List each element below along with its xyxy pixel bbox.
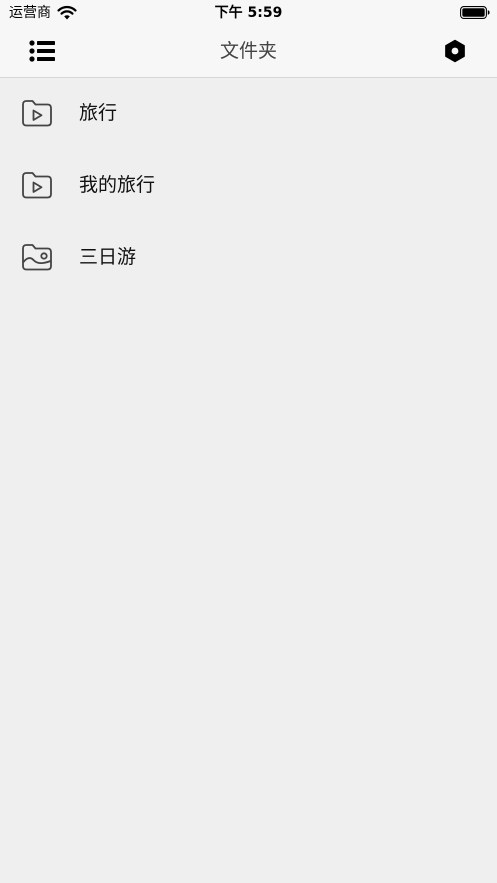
photo-folder-icon — [22, 244, 52, 271]
settings-button[interactable] — [440, 36, 470, 66]
video-folder-icon — [22, 100, 52, 127]
status-time: 下午 5:59 — [214, 5, 283, 21]
folder-list: 旅行 我的旅行 三日游 — [0, 78, 497, 294]
video-folder-icon — [22, 172, 52, 199]
page-title: 文件夹 — [219, 40, 277, 62]
status-bar: 运营商 下午 5:59 — [0, 0, 497, 26]
folder-item[interactable]: 旅行 — [0, 78, 497, 150]
folder-item[interactable]: 三日游 — [0, 222, 497, 294]
folder-label: 三日游 — [79, 246, 137, 268]
navigation-bar: 文件夹 — [0, 26, 497, 78]
folder-label: 旅行 — [79, 102, 118, 124]
folder-label: 我的旅行 — [79, 174, 156, 196]
settings-hexagon-icon — [445, 39, 465, 63]
folder-item[interactable]: 我的旅行 — [0, 150, 497, 222]
battery-full-icon — [460, 6, 490, 19]
